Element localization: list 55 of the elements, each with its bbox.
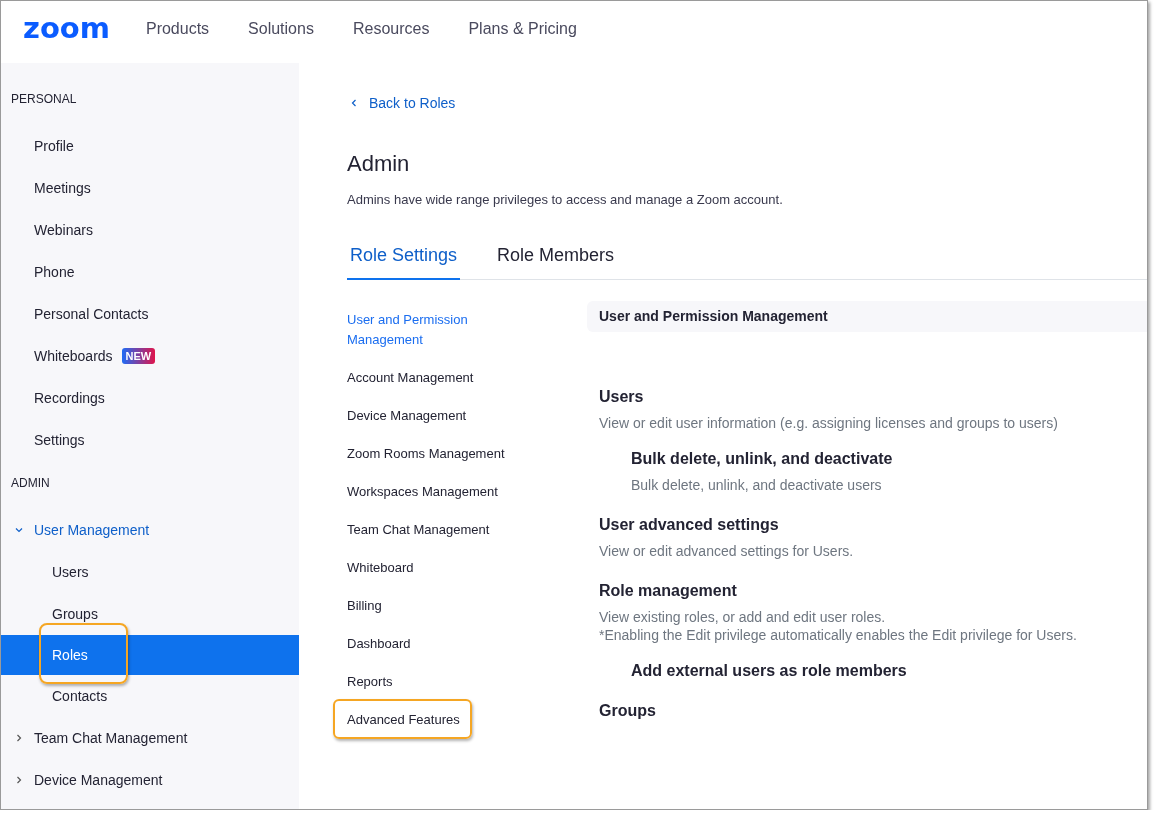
sidebar-item[interactable]: Device Management — [1, 759, 299, 801]
tab[interactable]: Role Settings — [347, 245, 461, 280]
sidebar-item[interactable]: Meetings — [1, 167, 299, 209]
setting-description: View existing roles, or add and edit user roles. — [599, 608, 887, 626]
sidebar-item[interactable]: User Management — [1, 509, 299, 551]
category-link[interactable]: Device Management — [347, 406, 512, 426]
sidebar-item[interactable]: Recordings — [1, 377, 299, 419]
zoom-logo[interactable]: zoom — [23, 13, 110, 43]
category-link[interactable]: Account Management — [347, 368, 512, 388]
setting-title: Bulk delete, unlink, and deactivate — [631, 450, 894, 468]
sidebar-item[interactable]: Team Chat Management — [1, 717, 299, 759]
sidebar-item[interactable]: Profile — [1, 125, 299, 167]
category-link[interactable]: Billing — [347, 596, 512, 616]
sidebar-item[interactable]: Users — [1, 551, 299, 593]
setting-title: Users — [599, 388, 645, 406]
page-description: Admins have wide range privileges to access and manage a Zoom account. — [347, 192, 784, 207]
sidebar-item[interactable]: Settings — [1, 419, 299, 461]
page-title: Admin — [347, 151, 411, 178]
setting-title: User advanced settings — [599, 516, 780, 534]
expand-chevron-icon — [15, 776, 23, 784]
setting-title: Add external users as role members — [631, 662, 908, 680]
setting-description: Bulk delete, unlink, and deactivate users — [631, 476, 883, 494]
sidebar-item[interactable]: Whiteboards NEW — [1, 335, 299, 377]
expand-chevron-icon — [15, 734, 23, 742]
nav-link[interactable]: Products — [145, 20, 210, 38]
section-header: User and Permission Management — [587, 301, 1147, 332]
section-heading: ADMIN — [10, 475, 51, 492]
category-link[interactable]: Advanced Features — [347, 710, 460, 730]
new-badge: NEW — [121, 348, 156, 364]
sidebar-item[interactable]: Webinars — [1, 209, 299, 251]
nav-link[interactable]: Solutions — [248, 20, 314, 38]
category-link[interactable]: Dashboard — [347, 634, 512, 654]
category-link[interactable]: Zoom Rooms Management — [347, 444, 512, 464]
sidebar-item[interactable]: Contacts — [1, 675, 299, 717]
nav-link[interactable]: Plans & Pricing — [468, 20, 577, 38]
setting-description: View or edit user information (e.g. assigning licenses and groups to users) — [599, 414, 1059, 432]
category-link[interactable]: User and Permission Management — [347, 310, 512, 350]
setting-title: Role management — [599, 582, 738, 600]
collapse-chevron-icon — [15, 526, 23, 534]
category-link[interactable]: Workspaces Management — [347, 482, 512, 502]
setting-description: View or edit advanced settings for Users. — [599, 542, 855, 560]
sidebar-item[interactable]: Personal Contacts — [1, 293, 299, 335]
back-link[interactable]: Back to Roles — [350, 95, 456, 111]
sidebar-item[interactable]: Phone — [1, 251, 299, 293]
setting-description: *Enabling the Edit privilege automatically enables the Edit privilege for Users. — [599, 626, 1078, 644]
back-chevron-icon — [350, 99, 358, 107]
sidebar-item[interactable]: Groups — [1, 593, 299, 635]
tab[interactable]: Role Members — [494, 245, 618, 280]
section-heading: PERSONAL — [10, 91, 78, 108]
category-link[interactable]: Team Chat Management — [347, 520, 512, 540]
setting-title: Groups — [599, 702, 657, 720]
category-link[interactable]: Whiteboard — [347, 558, 512, 578]
sidebar-item[interactable]: Roles — [1, 635, 299, 675]
nav-link[interactable]: Resources — [352, 20, 430, 38]
category-link[interactable]: Reports — [347, 672, 512, 692]
